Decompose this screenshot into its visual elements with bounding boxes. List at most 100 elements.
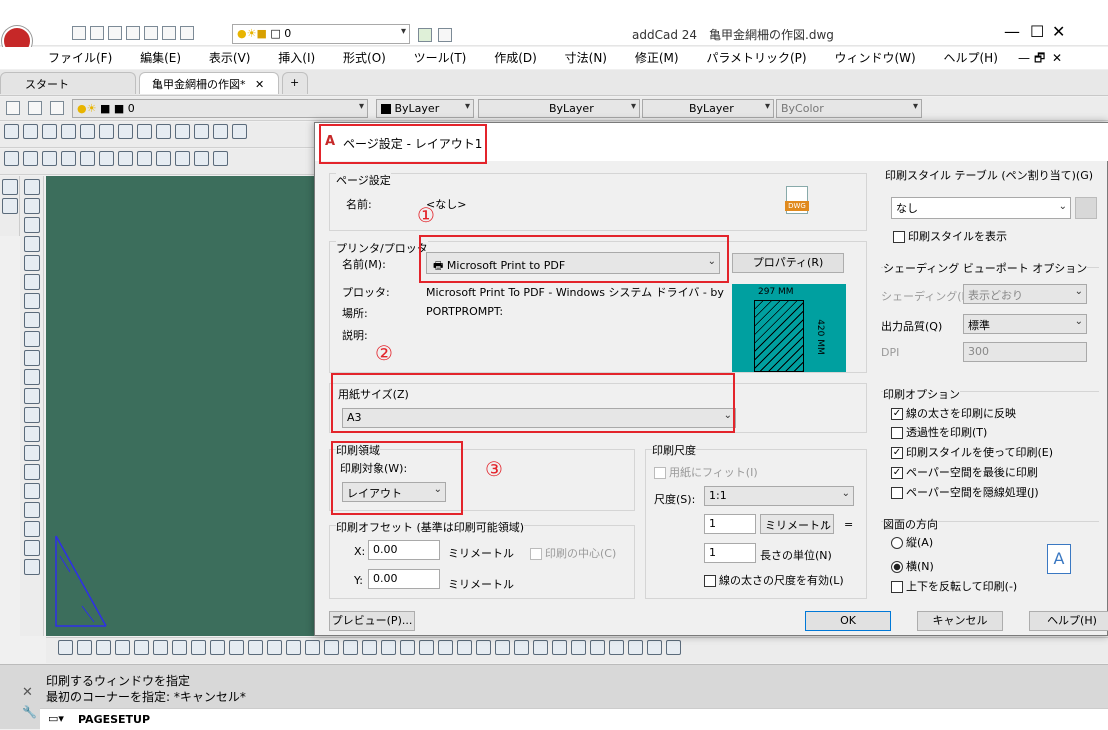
show-plot-styles-checkbox[interactable]: 印刷スタイルを表示 [893, 228, 1007, 244]
option-lineweight-checkbox[interactable]: ✓ 線の太さを印刷に反映 [891, 405, 1016, 421]
layer-combo[interactable]: ●☀ ■ ■ 0 ▾ [72, 99, 368, 118]
doc-restore-button[interactable]: 🗗 [1034, 47, 1045, 69]
plotstyle-combo[interactable]: ByColor ▾ [776, 99, 922, 118]
lineweight-combo[interactable]: ByLayer ▾ [642, 99, 774, 118]
command-input[interactable]: PAGESETUP [78, 713, 150, 726]
menu-draw[interactable]: 作成(D) [494, 47, 537, 69]
center-plot-checkbox[interactable]: 印刷の中心(C) [530, 545, 616, 561]
undo-icon[interactable] [162, 26, 176, 40]
tool-c-icon[interactable] [42, 151, 57, 166]
saveas-icon[interactable] [126, 26, 140, 40]
doc-minimize-button[interactable]: — [1018, 47, 1030, 69]
option-transparency-checkbox[interactable]: 透過性を印刷(T) [891, 424, 987, 440]
spline-icon[interactable] [134, 640, 149, 655]
fillet-icon[interactable] [23, 426, 40, 442]
ok-button[interactable]: OK [805, 611, 891, 631]
tool-k-icon[interactable] [194, 151, 209, 166]
tool-a-icon[interactable] [4, 151, 19, 166]
attach-icon[interactable] [362, 640, 377, 655]
option-plotstyles-checkbox[interactable]: ✓ 印刷スタイルを使って印刷(E) [891, 444, 1053, 460]
help-icon[interactable] [418, 28, 432, 42]
trim-icon[interactable] [23, 350, 40, 366]
dim-aligned-icon[interactable] [23, 483, 40, 499]
chamfer-icon[interactable] [23, 407, 40, 423]
wipeout-icon[interactable] [286, 640, 301, 655]
tool-pdf-icon[interactable] [80, 124, 95, 139]
point-icon[interactable] [438, 640, 453, 655]
scale-num1-input[interactable]: 1 [704, 514, 756, 534]
tool-publish-icon[interactable] [137, 124, 152, 139]
layer-prev-icon[interactable] [50, 101, 64, 115]
tab-close-icon[interactable]: ✕ [255, 78, 264, 91]
print-icon[interactable] [144, 26, 158, 40]
drawing-canvas[interactable] [46, 176, 314, 636]
line-icon[interactable] [96, 640, 111, 655]
mirror-icon[interactable] [23, 236, 40, 252]
tool-share-icon[interactable] [61, 124, 76, 139]
tool-l-icon[interactable] [213, 151, 228, 166]
maximize-button[interactable]: ☐ [1030, 22, 1044, 41]
close-button[interactable]: ✕ [1052, 22, 1065, 41]
scale-num2-input[interactable]: 1 [704, 543, 756, 563]
tool-j-icon[interactable] [175, 151, 190, 166]
scale-lineweight-checkbox[interactable]: 線の太さの尺度を有効(L) [704, 572, 844, 588]
rotate-icon[interactable] [23, 293, 40, 309]
dim-radius-icon[interactable] [23, 502, 40, 518]
gradient-icon[interactable] [495, 640, 510, 655]
tool-open-icon[interactable] [23, 124, 38, 139]
dtext-icon[interactable] [590, 640, 605, 655]
command-settings-icon[interactable]: 🔧 [22, 705, 37, 719]
grid-icon[interactable] [1, 198, 18, 214]
tool-copy-icon[interactable] [175, 124, 190, 139]
save-small-icon[interactable] [438, 28, 452, 42]
tab-document[interactable]: 亀甲金網柵の作図* ✕ [139, 72, 279, 94]
tool-paste-icon[interactable] [194, 124, 209, 139]
snap-icon[interactable] [1, 179, 18, 195]
ole-icon[interactable] [400, 640, 415, 655]
menu-dimension[interactable]: 寸法(N) [565, 47, 607, 69]
menu-modify[interactable]: 修正(M) [635, 47, 679, 69]
menu-parametric[interactable]: パラメトリック(P) [706, 47, 806, 69]
text-icon[interactable] [23, 559, 40, 575]
field-icon[interactable] [419, 640, 434, 655]
layer-state-icon[interactable] [28, 101, 42, 115]
tool-block-icon[interactable] [232, 124, 247, 139]
doc-close-button[interactable]: ✕ [1052, 47, 1062, 69]
quality-select[interactable]: 標準 ⌄ [963, 314, 1087, 334]
preview-button[interactable]: プレビュー(P)... [329, 611, 415, 631]
mleader-icon[interactable] [552, 640, 567, 655]
menu-format[interactable]: 形式(O) [343, 47, 386, 69]
divide-icon[interactable] [457, 640, 472, 655]
offset-x-input[interactable]: 0.00 [368, 540, 440, 560]
tool-h-icon[interactable] [137, 151, 152, 166]
boundary-icon[interactable] [305, 640, 320, 655]
polyline-icon[interactable] [77, 640, 92, 655]
command-close-icon[interactable]: ✕ [22, 685, 33, 700]
mline-icon[interactable] [153, 640, 168, 655]
menu-view[interactable]: 表示(V) [209, 47, 251, 69]
insert-icon[interactable] [343, 640, 358, 655]
plot-style-edit-button[interactable] [1075, 197, 1097, 219]
arc-icon[interactable] [172, 640, 187, 655]
scale-unit-select[interactable]: ミリメートル ⌄ [760, 514, 834, 534]
option-paperspace-last-checkbox[interactable]: ✓ ペーパー空間を最後に印刷 [891, 464, 1038, 480]
tool-print-icon[interactable] [99, 124, 114, 139]
menu-help[interactable]: ヘルプ(H) [944, 47, 998, 69]
tool-g-icon[interactable] [118, 151, 133, 166]
move-icon[interactable] [23, 179, 40, 195]
offset-y-input[interactable]: 0.00 [368, 569, 440, 589]
ellipse-icon[interactable] [210, 640, 225, 655]
circle-icon[interactable] [191, 640, 206, 655]
region-icon[interactable] [267, 640, 282, 655]
tool-save-icon[interactable] [42, 124, 57, 139]
tool-e-icon[interactable] [80, 151, 95, 166]
menu-file[interactable]: ファイル(F) [48, 47, 112, 69]
explode-icon[interactable] [23, 445, 40, 461]
cancel-button[interactable]: キャンセル [917, 611, 1003, 631]
option-hide-paperspace-checkbox[interactable]: ペーパー空間を隠線処理(J) [891, 484, 1039, 500]
hatch-icon[interactable] [23, 540, 40, 556]
plot-style-select[interactable]: なし ⌄ [891, 197, 1071, 219]
scale-select[interactable]: 1:1 ⌄ [704, 486, 854, 506]
menu-window[interactable]: ウィンドウ(W) [834, 47, 915, 69]
leader-icon[interactable] [533, 640, 548, 655]
